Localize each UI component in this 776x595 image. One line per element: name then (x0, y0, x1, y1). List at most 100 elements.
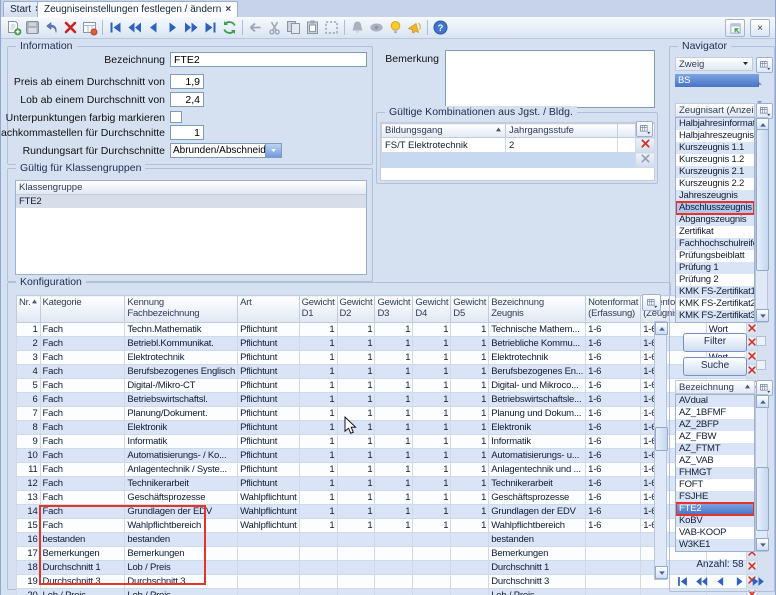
cell[interactable]: 1 (413, 491, 451, 505)
cell[interactable]: 16 (17, 533, 41, 547)
column-header-gewicht[interactable]: GewichtD4 (413, 296, 451, 323)
prev-fast-icon[interactable] (125, 18, 144, 37)
list-item[interactable]: Zertifikat (676, 226, 754, 238)
list-item[interactable]: AZ_FBW (676, 431, 754, 443)
delete-row-button[interactable] (636, 138, 655, 153)
cell[interactable]: Technische Mathem... (489, 323, 586, 337)
list-item[interactable]: Fachhochschulreife (676, 238, 754, 250)
cell[interactable]: Fach (40, 435, 125, 449)
cell[interactable]: 1 (337, 449, 375, 463)
cell[interactable] (375, 589, 413, 595)
cell[interactable]: Technikerarbeit (125, 477, 238, 491)
scrollbar-thumb[interactable] (655, 427, 668, 451)
cell[interactable]: 1-6 (586, 477, 641, 491)
cell[interactable]: 1-6 (586, 337, 641, 351)
cell[interactable]: Automatisierungs- u... (489, 449, 586, 463)
column-header-notenformat[interactable]: Notenformat(Erfassung) (586, 296, 641, 323)
cell[interactable]: Fach (40, 337, 125, 351)
table-row[interactable]: 9FachInformatikPflichtunt11111Informatik… (17, 435, 758, 449)
cell[interactable] (337, 589, 375, 595)
chevron-down-icon[interactable] (265, 144, 281, 157)
cell[interactable]: Informatik (489, 435, 586, 449)
help-icon[interactable]: ? (431, 18, 450, 37)
list-item[interactable]: Kurszeugnis 1.1 (676, 142, 754, 154)
preis-ab-durchschnitt-input[interactable] (170, 74, 204, 89)
paste-icon[interactable] (303, 18, 322, 37)
cell[interactable] (375, 575, 413, 589)
cell[interactable] (451, 547, 489, 561)
cell[interactable]: 1 (413, 407, 451, 421)
first-record-icon[interactable] (106, 18, 125, 37)
cell[interactable]: Betriebliche Kommu... (489, 337, 586, 351)
table-row[interactable]: 13FachGeschäftsprozesseWahlpflichtunt111… (17, 491, 758, 505)
cell[interactable]: 13 (17, 491, 41, 505)
nachkommastellen-input[interactable] (170, 125, 204, 140)
cell[interactable]: Pflichtunt (238, 393, 300, 407)
cell-bildungsgang[interactable]: FS/T Elektrotechnik (382, 138, 506, 153)
cell[interactable]: 1 (299, 337, 337, 351)
cell[interactable]: 1 (451, 519, 489, 533)
tab-zeugniseinstellungen[interactable]: Zeugniseinstellungen festlegen / ändern× (37, 1, 238, 17)
cell[interactable]: 4 (17, 365, 41, 379)
cell[interactable]: 17 (17, 547, 41, 561)
cell[interactable]: Pflichtunt (238, 449, 300, 463)
table-row[interactable]: 4FachBerufsbezogenes EnglischPflichtunt1… (17, 365, 758, 379)
close-panel-button[interactable]: × (750, 19, 770, 37)
cell[interactable] (375, 533, 413, 547)
scrollbar-thumb[interactable] (756, 129, 769, 271)
cell[interactable]: 10 (17, 449, 41, 463)
cell[interactable]: Pflichtunt (238, 435, 300, 449)
next-record-icon[interactable] (163, 18, 182, 37)
cell[interactable] (413, 575, 451, 589)
cell[interactable]: Technikerarbeit (489, 477, 586, 491)
column-header-bildungsgang[interactable]: Bildungsgang (382, 124, 506, 138)
cell[interactable]: 1-6 (586, 435, 641, 449)
cell[interactable]: 8 (17, 421, 41, 435)
cell[interactable]: 1 (413, 365, 451, 379)
cell[interactable]: 1 (375, 449, 413, 463)
table-row[interactable]: 12FachTechnikerarbeitPflichtunt11111Tech… (17, 477, 758, 491)
unterpunktungen-farbig-checkbox[interactable] (170, 111, 182, 123)
cell[interactable]: 1-6 (586, 449, 641, 463)
cell[interactable]: Planung und Dokum... (489, 407, 586, 421)
cell[interactable]: Planung/Dokument. (125, 407, 238, 421)
cell[interactable]: Anlagentechnik und ... (489, 463, 586, 477)
cell[interactable]: 1 (451, 449, 489, 463)
cell[interactable]: 1 (299, 379, 337, 393)
cell[interactable] (451, 533, 489, 547)
cell[interactable]: bestanden (489, 533, 586, 547)
filter-checkbox[interactable] (756, 336, 766, 346)
table-row[interactable]: 2FachBetriebl.Kommunikat.Pflichtunt11111… (17, 337, 758, 351)
cell[interactable]: Fach (40, 449, 125, 463)
cell[interactable]: Geschäftsprozesse (489, 491, 586, 505)
undo-icon[interactable] (42, 18, 61, 37)
cell[interactable]: 1 (299, 449, 337, 463)
cell[interactable] (299, 533, 337, 547)
cell[interactable] (337, 561, 375, 575)
cell[interactable]: 1 (451, 365, 489, 379)
scrollbar-up-button[interactable] (655, 322, 668, 335)
cell[interactable]: 1 (299, 491, 337, 505)
list-item[interactable]: FSJHE (676, 491, 754, 503)
cell[interactable]: 1 (451, 337, 489, 351)
new-record-icon[interactable] (4, 18, 23, 37)
cell[interactable]: 1 (299, 477, 337, 491)
cell[interactable]: Berufsbezogenes Englisch (125, 365, 238, 379)
cell[interactable]: Elektronik (125, 421, 238, 435)
cell[interactable]: Wahlpflichtunt (238, 505, 300, 519)
hint-bulb-icon[interactable] (386, 18, 405, 37)
cell[interactable]: Automatisierungs- / Ko... (125, 449, 238, 463)
copy-icon[interactable] (284, 18, 303, 37)
list-item[interactable]: Prüfungsbeiblatt (676, 250, 754, 262)
list-item[interactable]: FHMGT (676, 467, 754, 479)
cell[interactable]: Fach (40, 323, 125, 337)
cell[interactable]: 1 (337, 365, 375, 379)
cell[interactable]: Pflichtunt (238, 421, 300, 435)
cell[interactable]: Pflichtunt (238, 477, 300, 491)
cell[interactable]: Fach (40, 463, 125, 477)
bezeichnung-input[interactable] (170, 52, 367, 67)
filter-button[interactable]: Filter (683, 333, 747, 352)
cell[interactable]: 1 (337, 505, 375, 519)
cell[interactable]: Lob / Preis (125, 589, 238, 595)
list-item[interactable]: Jahreszeugnis (676, 190, 754, 202)
